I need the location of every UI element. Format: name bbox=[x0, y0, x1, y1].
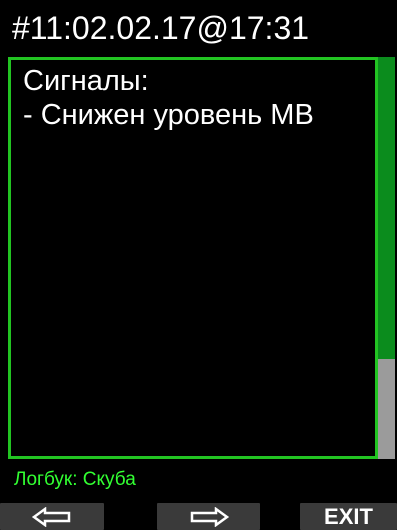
alarms-panel: Сигналы: - Снижен уровень МВ bbox=[8, 57, 378, 459]
softkey-bar: EXIT bbox=[0, 503, 397, 530]
alarms-heading: Сигналы: bbox=[23, 65, 149, 97]
previous-button[interactable] bbox=[0, 503, 104, 530]
next-button[interactable] bbox=[157, 503, 260, 530]
log-title: #11:02.02.17@17:31 bbox=[12, 10, 310, 46]
header-bar: #11:02.02.17@17:31 bbox=[0, 0, 397, 55]
exit-label: EXIT bbox=[324, 504, 373, 529]
scrollbar-thumb[interactable] bbox=[378, 57, 395, 359]
logbook-status: Логбук: Скуба bbox=[14, 469, 136, 490]
exit-button[interactable]: EXIT bbox=[300, 503, 397, 530]
alarms-text: Сигналы: - Снижен уровень МВ bbox=[23, 64, 371, 132]
arrow-left-icon bbox=[32, 506, 71, 527]
alarm-item: - Снижен уровень МВ bbox=[23, 99, 314, 131]
scrollbar[interactable] bbox=[378, 57, 395, 459]
arrow-right-icon bbox=[190, 506, 229, 527]
